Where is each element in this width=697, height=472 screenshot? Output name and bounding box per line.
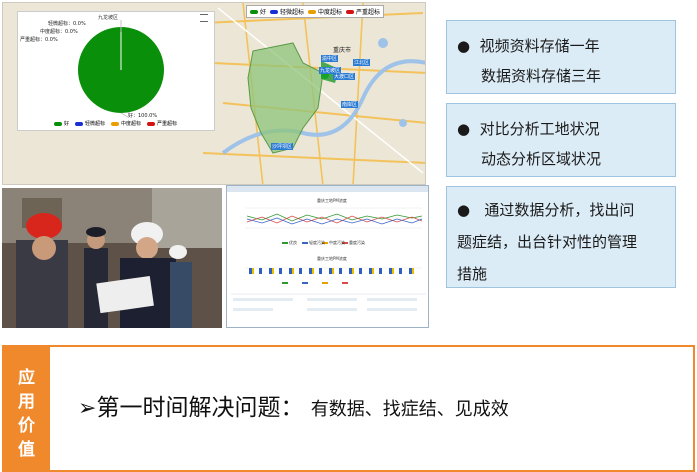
dashboard-chart2-title: 重庆工地PM浓度	[317, 256, 347, 261]
dashboard-legend-1[interactable]: 优良	[289, 240, 297, 246]
banner-tag-char-2: 用	[18, 392, 35, 412]
pie-legend-good[interactable]: 好	[54, 120, 69, 127]
map-label-yuzhong: 渝中区	[321, 55, 339, 62]
pie-label-good: 好：100.0%	[128, 113, 158, 119]
banner-headline-detail: 有数据、找症结、见成效	[310, 399, 509, 420]
map-label-nanan: 南岸区	[341, 101, 359, 108]
legend-item-light[interactable]: 轻微超标	[270, 7, 304, 16]
legend-item-good[interactable]: 好	[250, 7, 266, 16]
banner-tag-char-3: 价	[18, 416, 35, 436]
map-label-jiangbei: 江北区	[353, 59, 371, 66]
pie-legend-moderate[interactable]: 中度超标	[111, 120, 141, 127]
pie-label-moderate: 中度超标：0.0%	[40, 29, 78, 35]
dashboard-screenshot: 重庆工地PM浓度 重庆工地PM浓度 优良 轻度污染 中度污染 重度污染	[226, 185, 429, 328]
info-box-1-line-2: 数据资料存储三年	[481, 67, 602, 85]
map-panel: 好 轻微超标 中度超标 严重超标 九龙坡区 轻微超标：0.0% 中度超标：0.0…	[2, 2, 426, 185]
info-box-3-line-2: 题症结，出台针对性的管理	[457, 233, 638, 251]
info-box-storage: ● 视频资料存储一年 数据资料存储三年	[446, 20, 676, 94]
banner-tag-char-4: 值	[18, 440, 35, 460]
dashboard-legend-4[interactable]: 重度污染	[349, 240, 365, 246]
site-inspection-photo	[2, 188, 222, 328]
pie-legend-severe[interactable]: 严重超标	[147, 120, 177, 127]
pie-label-severe: 严重超标：0.0%	[20, 37, 58, 43]
map-legend: 好 轻微超标 中度超标 严重超标	[246, 5, 385, 18]
dashboard-legend-2[interactable]: 轻度污染	[309, 240, 325, 246]
banner-tag-char-1: 应	[18, 368, 35, 388]
info-box-2-line-1: ● 对比分析工地状况	[457, 120, 600, 138]
dashboard-legend-3[interactable]: 中度污染	[329, 240, 345, 246]
map-label-dadukou: 大渡口区	[333, 73, 356, 80]
map-label-shapingba: 沙坪坝区	[271, 143, 294, 150]
arrow-bullet-icon: ➢	[78, 396, 97, 421]
info-box-3-line-3: 措施	[457, 265, 488, 283]
pie-legend-light[interactable]: 轻微超标	[75, 120, 105, 127]
banner-side-tab: 应 用 价 值	[4, 347, 50, 470]
pie-chart-card: 九龙坡区 轻微超标：0.0% 中度超标：0.0% 严重超标：0.0% 好：100…	[17, 11, 215, 131]
map-label-city: 重庆市	[333, 47, 352, 54]
pie-legend: 好 轻微超标 中度超标 严重超标	[54, 120, 177, 127]
banner-headline-main: 第一时间解决问题：	[96, 395, 304, 421]
legend-item-moderate[interactable]: 中度超标	[308, 7, 342, 16]
banner-headline: ➢第一时间解决问题： 有数据、找症结、见成效	[78, 388, 509, 422]
legend-item-severe[interactable]: 严重超标	[346, 7, 380, 16]
info-box-3-line-1: ● 通过数据分析，找出问	[457, 201, 635, 219]
info-box-diagnosis: ● 通过数据分析，找出问 题症结，出台针对性的管理 措施	[446, 186, 676, 288]
info-box-2-line-2: 动态分析区域状况	[481, 150, 602, 168]
pie-label-light: 轻微超标：0.0%	[48, 21, 86, 27]
info-box-analysis: ● 对比分析工地状况 动态分析区域状况	[446, 103, 676, 177]
info-box-1-line-1: ● 视频资料存储一年	[457, 37, 600, 55]
